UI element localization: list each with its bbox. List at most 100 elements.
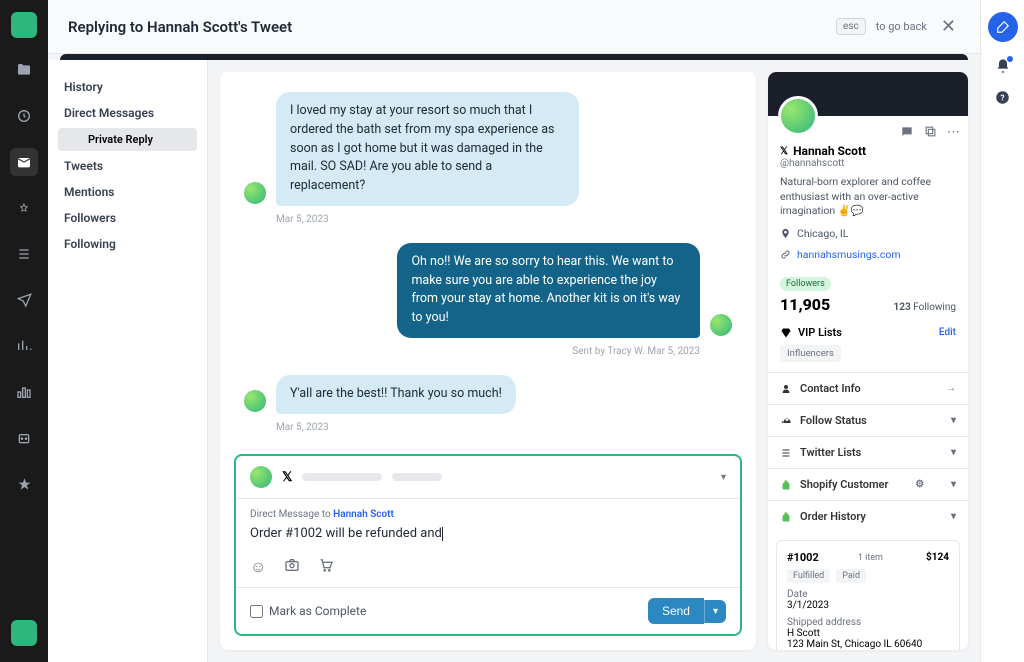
composer: 𝕏 ▾ Direct Message to Hannah Scott Order… bbox=[234, 454, 742, 636]
x-platform-icon: 𝕏 bbox=[780, 146, 788, 157]
nav-mentions[interactable]: Mentions bbox=[48, 179, 207, 205]
avatar bbox=[244, 182, 266, 204]
message-type-nav: History Direct Messages Private Reply Tw… bbox=[48, 60, 208, 662]
order-date-label: Date bbox=[787, 589, 949, 600]
profile-accordion: Contact Info → Follow Status ▾ Twitter L… bbox=[768, 372, 968, 650]
followers-badge: Followers bbox=[780, 277, 831, 291]
nav-tweets[interactable]: Tweets bbox=[48, 153, 207, 179]
go-back-label: to go back bbox=[876, 20, 927, 33]
more-icon[interactable]: ⋯ bbox=[947, 125, 960, 140]
chevron-down-icon[interactable]: ▾ bbox=[721, 472, 726, 483]
recipient-link[interactable]: Hannah Scott bbox=[333, 509, 394, 520]
vip-edit-link[interactable]: Edit bbox=[939, 327, 956, 338]
avatar bbox=[244, 390, 266, 412]
profile-name: Hannah Scott bbox=[793, 144, 866, 158]
nav-private-reply[interactable]: Private Reply bbox=[58, 128, 197, 151]
order-date: 3/1/2023 bbox=[787, 600, 949, 611]
profile-url[interactable]: hannahsmusings.com bbox=[797, 248, 901, 261]
nav-star-icon[interactable] bbox=[10, 470, 38, 498]
chevron-down-icon: ▾ bbox=[951, 447, 956, 458]
message-bubble: Oh no!! We are so sorry to hear this. We… bbox=[397, 243, 700, 338]
dm-recipient: Direct Message to Hannah Scott bbox=[250, 509, 726, 520]
link-icon bbox=[780, 249, 791, 260]
compose-textarea[interactable]: Order #1002 will be refunded and bbox=[250, 526, 726, 541]
placeholder-bar bbox=[392, 473, 442, 481]
arrow-right-icon: → bbox=[946, 383, 956, 394]
nav-analytics-icon[interactable] bbox=[10, 332, 38, 360]
nav-direct-messages[interactable]: Direct Messages bbox=[48, 100, 207, 126]
vip-tag: Influencers bbox=[780, 345, 841, 362]
shopify-icon bbox=[780, 511, 792, 523]
help-icon[interactable]: ? bbox=[995, 90, 1010, 105]
nav-followers[interactable]: Followers bbox=[48, 205, 207, 231]
right-rail: ? bbox=[980, 0, 1024, 662]
followers-count: 11,905 bbox=[780, 295, 830, 314]
nav-chart-icon[interactable] bbox=[10, 378, 38, 406]
message-list: I loved my stay at your resort so much t… bbox=[220, 72, 756, 444]
message-icon[interactable] bbox=[900, 125, 914, 140]
notification-bell-icon[interactable] bbox=[995, 58, 1011, 74]
ship-address: 123 Main St, Chicago IL 60640 bbox=[787, 639, 949, 650]
placeholder-bar bbox=[302, 473, 382, 481]
profile-bio: Natural-born explorer and coffee enthusi… bbox=[780, 175, 956, 219]
modal-header: Replying to Hannah Scott's Tweet esc to … bbox=[48, 0, 980, 54]
nav-dashboard-icon[interactable] bbox=[10, 102, 38, 130]
bottom-logo[interactable] bbox=[11, 620, 37, 646]
shopify-icon bbox=[780, 479, 792, 491]
profile-location: Chicago, IL bbox=[797, 227, 848, 240]
app-logo[interactable] bbox=[11, 12, 37, 38]
order-card[interactable]: #1002 1 item $124 Fulfilled Paid Date 3/… bbox=[776, 540, 960, 650]
avatar bbox=[710, 314, 732, 336]
profile-banner: ⋯ bbox=[768, 72, 968, 116]
chevron-down-icon: ▾ bbox=[951, 479, 956, 490]
profile-avatar bbox=[778, 96, 818, 136]
conversation-panel: I loved my stay at your resort so much t… bbox=[220, 72, 756, 650]
accordion-order-history[interactable]: Order History ▾ bbox=[768, 501, 968, 532]
message-received: Y'all are the best!! Thank you so much! bbox=[244, 375, 732, 414]
nav-list-icon[interactable] bbox=[10, 240, 38, 268]
nav-pin-icon[interactable] bbox=[10, 194, 38, 222]
following-count: 123 Following bbox=[894, 302, 956, 313]
cart-icon[interactable] bbox=[318, 557, 334, 577]
esc-key-badge: esc bbox=[836, 18, 866, 35]
accordion-shopify-customer[interactable]: Shopify Customer ⚙ ▾ bbox=[768, 469, 968, 501]
order-status-paid: Paid bbox=[836, 569, 866, 583]
message-timestamp: Sent by Tracy W. Mar 5, 2023 bbox=[244, 346, 700, 357]
send-dropdown[interactable]: ▾ bbox=[704, 600, 726, 623]
composer-header[interactable]: 𝕏 ▾ bbox=[236, 456, 740, 499]
message-bubble: I loved my stay at your resort so much t… bbox=[276, 92, 579, 206]
accordion-contact-info[interactable]: Contact Info → bbox=[768, 373, 968, 405]
copy-icon[interactable] bbox=[924, 125, 937, 140]
ship-name: H Scott bbox=[787, 628, 949, 639]
composer-avatar bbox=[250, 466, 272, 488]
nav-send-icon[interactable] bbox=[10, 286, 38, 314]
nav-history[interactable]: History bbox=[48, 74, 207, 100]
accordion-follow-status[interactable]: Follow Status ▾ bbox=[768, 405, 968, 437]
emoji-icon[interactable]: ☺ bbox=[250, 557, 266, 577]
message-sent: Oh no!! We are so sorry to hear this. We… bbox=[244, 243, 732, 338]
chevron-down-icon: ▾ bbox=[951, 415, 956, 426]
order-price: $124 bbox=[926, 552, 949, 563]
accordion-twitter-lists[interactable]: Twitter Lists ▾ bbox=[768, 437, 968, 469]
close-icon[interactable]: ✕ bbox=[937, 12, 960, 41]
nav-robot-icon[interactable] bbox=[10, 424, 38, 452]
nav-following[interactable]: Following bbox=[48, 231, 207, 257]
message-timestamp: Mar 5, 2023 bbox=[276, 214, 732, 225]
compose-fab[interactable] bbox=[988, 12, 1018, 42]
x-platform-icon: 𝕏 bbox=[282, 470, 292, 485]
shipped-address-label: Shipped address bbox=[787, 617, 949, 628]
mark-complete-checkbox[interactable]: Mark as Complete bbox=[250, 604, 366, 618]
order-id: #1002 bbox=[787, 551, 819, 564]
gear-icon[interactable]: ⚙ bbox=[915, 479, 924, 490]
profile-handle: @hannahscott bbox=[780, 158, 956, 169]
nav-folder-icon[interactable] bbox=[10, 56, 38, 84]
location-icon bbox=[780, 228, 791, 239]
diamond-icon bbox=[780, 327, 792, 339]
order-items: 1 item bbox=[858, 553, 883, 563]
send-button[interactable]: Send bbox=[648, 598, 704, 624]
svg-text:?: ? bbox=[1000, 93, 1004, 103]
message-received: I loved my stay at your resort so much t… bbox=[244, 92, 732, 206]
chevron-down-icon: ▾ bbox=[951, 511, 956, 522]
camera-icon[interactable] bbox=[284, 557, 300, 577]
nav-inbox-icon[interactable] bbox=[10, 148, 38, 176]
